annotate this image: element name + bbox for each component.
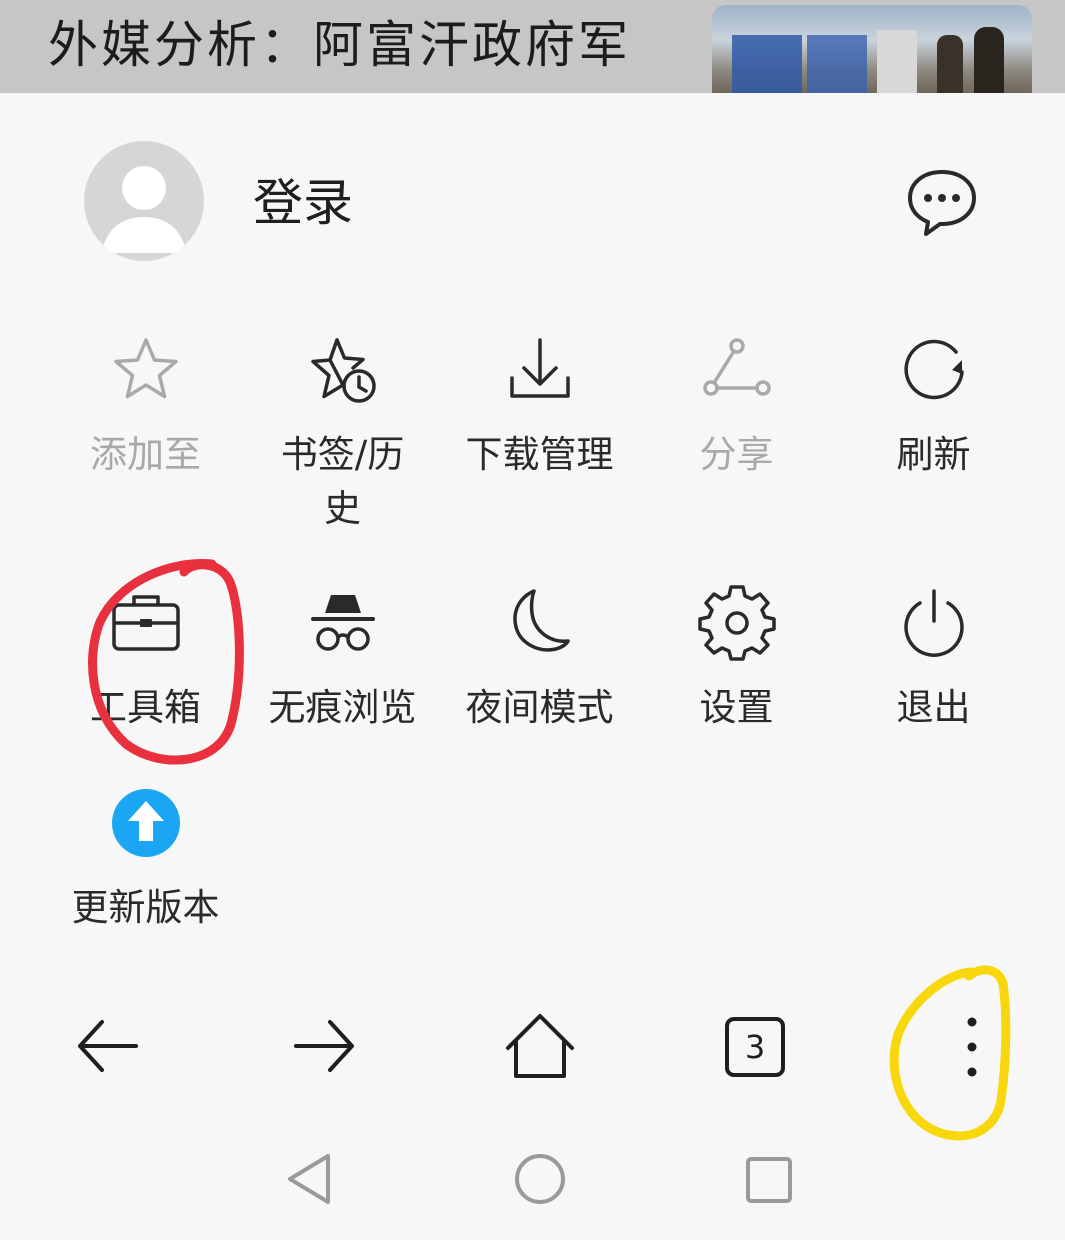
message-icon[interactable]: [904, 166, 980, 238]
more-vertical-icon: [967, 1017, 977, 1077]
toolbox-icon: [111, 595, 180, 651]
back-button[interactable]: [70, 1010, 146, 1086]
menu-incognito[interactable]: 无痕浏览: [244, 583, 441, 735]
menu-item-label: 添加至: [90, 433, 201, 476]
system-home-button[interactable]: [512, 1151, 568, 1211]
avatar[interactable]: [84, 141, 204, 261]
news-headline[interactable]: 外媒分析：阿富汗政府军: [48, 14, 631, 76]
menu-item-label: 分享: [699, 433, 774, 476]
menu-add-to[interactable]: 添加至: [47, 330, 244, 482]
menu-toolbox[interactable]: 工具箱: [47, 583, 244, 735]
menu-night-mode[interactable]: 夜间模式: [441, 583, 638, 735]
triangle-back-icon: [288, 1154, 330, 1204]
incognito-icon: [310, 595, 375, 651]
menu-item-label: 夜间模式: [465, 686, 614, 729]
gear-icon: [697, 585, 776, 661]
menu-download-manager[interactable]: 下载管理: [441, 330, 638, 482]
moon-icon: [512, 589, 570, 652]
refresh-icon: [903, 339, 964, 400]
download-icon: [509, 338, 570, 398]
menu-item-label: 设置: [699, 686, 774, 729]
menu-item-label: 刷新: [896, 433, 971, 476]
system-recents-button[interactable]: [744, 1155, 794, 1209]
menu-item-label: 无痕浏览: [268, 686, 417, 729]
forward-button[interactable]: [286, 1010, 362, 1086]
menu-item-label: 书签/历史: [280, 433, 405, 530]
menu-settings[interactable]: 设置: [638, 583, 835, 735]
system-back-button[interactable]: [282, 1150, 336, 1212]
share-icon: [702, 338, 771, 396]
square-recents-icon: [746, 1157, 792, 1203]
bookmark-history-icon: [310, 338, 376, 403]
circle-home-icon: [515, 1154, 565, 1204]
menu-item-label: 下载管理: [465, 433, 614, 476]
menu-item-label: 退出: [896, 686, 971, 729]
menu-bookmarks-history[interactable]: 书签/历史: [244, 330, 441, 536]
login-label[interactable]: 登录: [253, 172, 353, 234]
tabs-button[interactable]: 3: [724, 1016, 786, 1078]
menu-update-version[interactable]: 更新版本: [47, 783, 244, 935]
power-icon: [903, 589, 964, 657]
menu-exit[interactable]: 退出: [835, 583, 1032, 735]
menu-share[interactable]: 分享: [638, 330, 835, 482]
arrow-left-icon: [78, 1020, 138, 1072]
arrow-right-icon: [294, 1020, 354, 1072]
menu-item-label: 更新版本: [71, 886, 220, 929]
tab-count: 3: [744, 1028, 766, 1066]
news-thumbnail[interactable]: [712, 5, 1032, 93]
more-menu-button[interactable]: [950, 1010, 994, 1086]
news-strip[interactable]: 外媒分析：阿富汗政府军: [0, 0, 1065, 93]
user-silhouette-icon: [102, 166, 186, 253]
update-arrow-icon: [111, 789, 180, 857]
home-icon: [506, 1014, 574, 1078]
menu-item-label: 工具箱: [90, 686, 201, 729]
home-button[interactable]: [502, 1008, 578, 1088]
star-icon: [113, 338, 178, 399]
menu-refresh[interactable]: 刷新: [835, 330, 1032, 482]
